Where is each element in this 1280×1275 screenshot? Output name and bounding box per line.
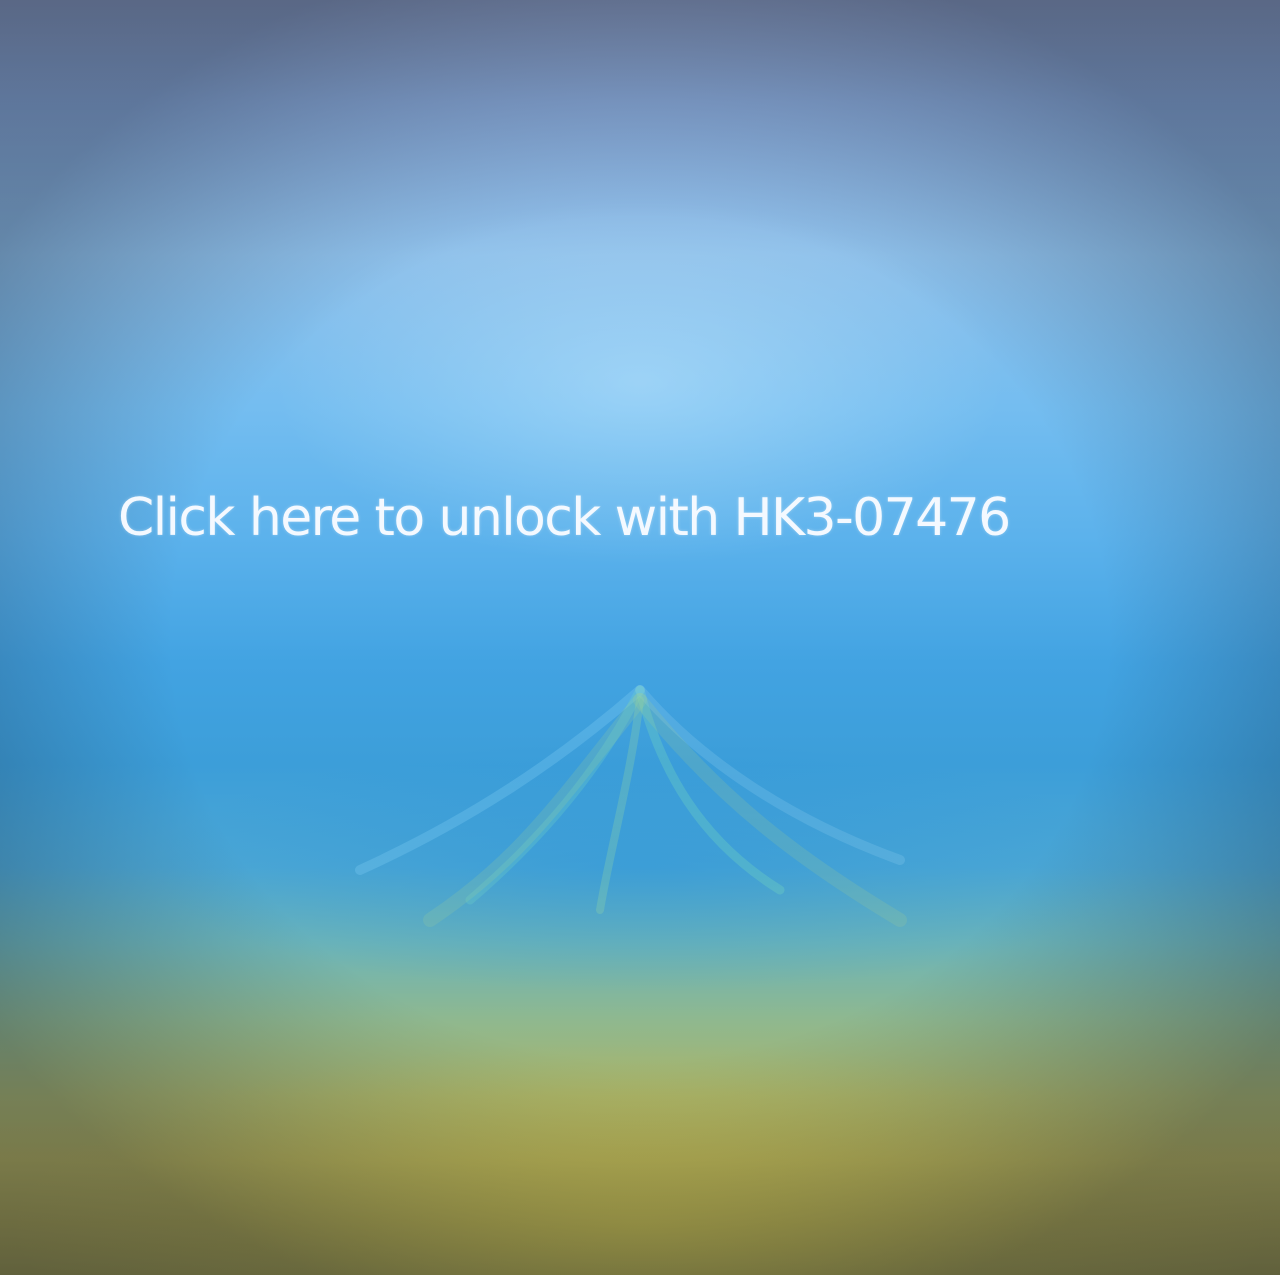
lock-screen-background: Click here to unlock with HK3-07476	[0, 0, 1280, 1275]
unlock-with-key-link[interactable]: Click here to unlock with HK3-07476	[118, 482, 1011, 554]
screen-vignette	[0, 0, 1280, 1275]
